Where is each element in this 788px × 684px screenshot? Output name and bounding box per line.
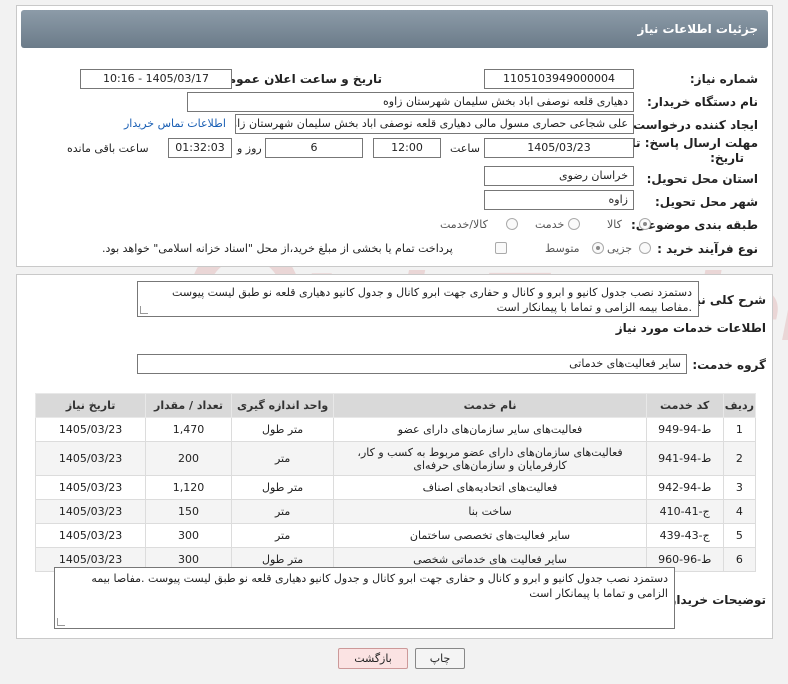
buyer-contact-link[interactable]: اطلاعات تماس خریدار bbox=[124, 117, 226, 130]
process-radio-medium[interactable] bbox=[592, 242, 604, 254]
need-details-panel: شرح کلی نیاز: دستمزد نصب جدول کانیو و اب… bbox=[16, 274, 773, 639]
cell-row: 5 bbox=[722, 523, 757, 548]
cell-quantity: 200 bbox=[145, 441, 232, 476]
summary-textarea[interactable]: دستمزد نصب جدول کانیو و ابرو و کانال و ح… bbox=[137, 281, 699, 317]
col-code: کد خدمت bbox=[645, 393, 724, 418]
col-need-date: تاریخ نیاز bbox=[34, 393, 147, 418]
treasury-payment-checkbox[interactable] bbox=[495, 242, 507, 254]
category-option-service: خدمت bbox=[535, 218, 565, 231]
buyer-notes-textarea[interactable]: دستمزد نصب جدول کانیو و ابرو و کانال و ح… bbox=[54, 567, 675, 629]
cell-need-date: 1405/03/23 bbox=[34, 441, 147, 476]
cell-service-name: سایر فعالیت‌های تخصصی ساختمان bbox=[333, 523, 647, 548]
service-group-field[interactable]: سایر فعالیت‌های خدماتی bbox=[137, 354, 687, 374]
resize-grip-icon[interactable] bbox=[140, 306, 148, 314]
cell-quantity: 1,120 bbox=[145, 475, 232, 500]
process-option-minor: جزیی bbox=[607, 242, 633, 255]
remaining-time-field[interactable]: 01:32:03 bbox=[168, 138, 232, 158]
cell-service-name: فعالیت‌های اتحادیه‌های اصناف bbox=[333, 475, 647, 500]
cell-code: ج-43-439 bbox=[645, 523, 724, 548]
deadline-time-label: ساعت bbox=[450, 142, 480, 155]
process-type-label: نوع فرآیند خرید : bbox=[657, 242, 758, 256]
category-option-goods-service: کالا/خدمت bbox=[440, 218, 488, 231]
category-option-goods: کالا bbox=[607, 218, 622, 231]
cell-row: 6 bbox=[722, 547, 757, 572]
announce-datetime-field[interactable]: 1405/03/17 - 10:16 bbox=[80, 69, 232, 89]
cell-service-name: فعالیت‌های سازمان‌های دارای عضو مربوط به… bbox=[333, 441, 647, 476]
cell-code: ط-94-941 bbox=[645, 441, 724, 476]
deadline-label-line1: مهلت ارسال پاسخ: تا bbox=[631, 136, 759, 150]
cell-service-name: فعالیت‌های سایر سازمان‌های دارای عضو bbox=[333, 417, 647, 442]
cell-unit: متر طول bbox=[230, 417, 335, 442]
buyer-notes-label: توضیحات خریدار: bbox=[664, 593, 766, 607]
table-row: 4 ج-41-410 ساخت بنا متر 150 1405/03/23 bbox=[34, 499, 757, 524]
table-row: 5 ج-43-439 سایر فعالیت‌های تخصصی ساختمان… bbox=[34, 523, 757, 548]
services-table: ردیف کد خدمت نام خدمت واحد اندازه گیری ت… bbox=[34, 393, 757, 572]
cell-row: 1 bbox=[722, 417, 757, 442]
col-service-name: نام خدمت bbox=[333, 393, 647, 418]
deadline-date-field[interactable]: 1405/03/23 bbox=[484, 138, 634, 158]
cell-quantity: 300 bbox=[145, 523, 232, 548]
col-quantity: تعداد / مقدار bbox=[145, 393, 232, 418]
remaining-time-label: ساعت باقی مانده bbox=[67, 142, 149, 155]
announce-datetime-label: تاریخ و ساعت اعلان عمومی: bbox=[211, 72, 382, 86]
cell-need-date: 1405/03/23 bbox=[34, 475, 147, 500]
cell-unit: متر bbox=[230, 499, 335, 524]
table-row: 2 ط-94-941 فعالیت‌های سازمان‌های دارای ع… bbox=[34, 441, 757, 476]
cell-code: ج-41-410 bbox=[645, 499, 724, 524]
cell-need-date: 1405/03/23 bbox=[34, 523, 147, 548]
deadline-time-field[interactable]: 12:00 bbox=[373, 138, 441, 158]
col-row: ردیف bbox=[722, 393, 757, 418]
services-table-header: ردیف کد خدمت نام خدمت واحد اندازه گیری ت… bbox=[34, 393, 757, 418]
services-heading: اطلاعات خدمات مورد نیاز bbox=[615, 321, 766, 335]
cell-code: ط-94-949 bbox=[645, 417, 724, 442]
province-label: استان محل تحویل: bbox=[646, 172, 758, 186]
cell-quantity: 150 bbox=[145, 499, 232, 524]
cell-need-date: 1405/03/23 bbox=[34, 417, 147, 442]
cell-unit: متر bbox=[230, 441, 335, 476]
province-field[interactable]: خراسان رضوی bbox=[484, 166, 634, 186]
process-option-medium: متوسط bbox=[545, 242, 580, 255]
category-radio-goods-service[interactable] bbox=[506, 218, 518, 230]
cell-row: 4 bbox=[722, 499, 757, 524]
creator-label: ایجاد کننده درخواست: bbox=[628, 118, 758, 132]
deadline-label-line2: تاریخ: bbox=[710, 151, 744, 165]
cell-service-name: ساخت بنا bbox=[333, 499, 647, 524]
back-button[interactable]: بازگشت bbox=[338, 648, 408, 669]
print-button[interactable]: چاپ bbox=[415, 648, 465, 669]
buyer-org-label: نام دستگاه خریدار: bbox=[647, 95, 758, 109]
treasury-payment-note: پرداخت تمام یا بخشی از مبلغ خرید،از محل … bbox=[102, 242, 453, 255]
cell-quantity: 1,470 bbox=[145, 417, 232, 442]
buyer-org-field[interactable]: دهیاری قلعه نوصفی اباد بخش سلیمان شهرستا… bbox=[187, 92, 634, 112]
need-info-panel: جزئیات اطلاعات نیاز شماره نیاز: 11051039… bbox=[16, 5, 773, 267]
cell-row: 3 bbox=[722, 475, 757, 500]
resize-grip-icon[interactable] bbox=[57, 618, 65, 626]
process-radio-minor[interactable] bbox=[639, 242, 651, 254]
table-row: 3 ط-94-942 فعالیت‌های اتحادیه‌های اصناف … bbox=[34, 475, 757, 500]
days-remaining-field[interactable]: 6 bbox=[265, 138, 363, 158]
city-field[interactable]: زاوه bbox=[484, 190, 634, 210]
category-radio-goods[interactable] bbox=[639, 218, 651, 230]
days-label: روز و bbox=[237, 142, 262, 155]
city-label: شهر محل تحویل: bbox=[654, 195, 758, 209]
cell-code: ط-94-942 bbox=[645, 475, 724, 500]
panel-title: جزئیات اطلاعات نیاز bbox=[21, 10, 768, 48]
buyer-notes-text: دستمزد نصب جدول کانیو و ابرو و کانال و ح… bbox=[91, 572, 668, 600]
need-number-field[interactable]: 1105103949000004 bbox=[484, 69, 634, 89]
cell-unit: متر bbox=[230, 523, 335, 548]
table-row: 1 ط-94-949 فعالیت‌های سایر سازمان‌های دا… bbox=[34, 417, 757, 442]
creator-field[interactable]: علی شجاعی حصاری مسول مالی دهیاری قلعه نو… bbox=[235, 114, 634, 134]
cell-need-date: 1405/03/23 bbox=[34, 499, 147, 524]
cell-unit: متر طول bbox=[230, 475, 335, 500]
summary-text: دستمزد نصب جدول کانیو و ابرو و کانال و ح… bbox=[172, 286, 692, 314]
cell-row: 2 bbox=[722, 441, 757, 476]
col-unit: واحد اندازه گیری bbox=[230, 393, 335, 418]
service-group-label: گروه خدمت: bbox=[692, 358, 766, 372]
need-number-label: شماره نیاز: bbox=[689, 72, 758, 86]
category-radio-service[interactable] bbox=[568, 218, 580, 230]
